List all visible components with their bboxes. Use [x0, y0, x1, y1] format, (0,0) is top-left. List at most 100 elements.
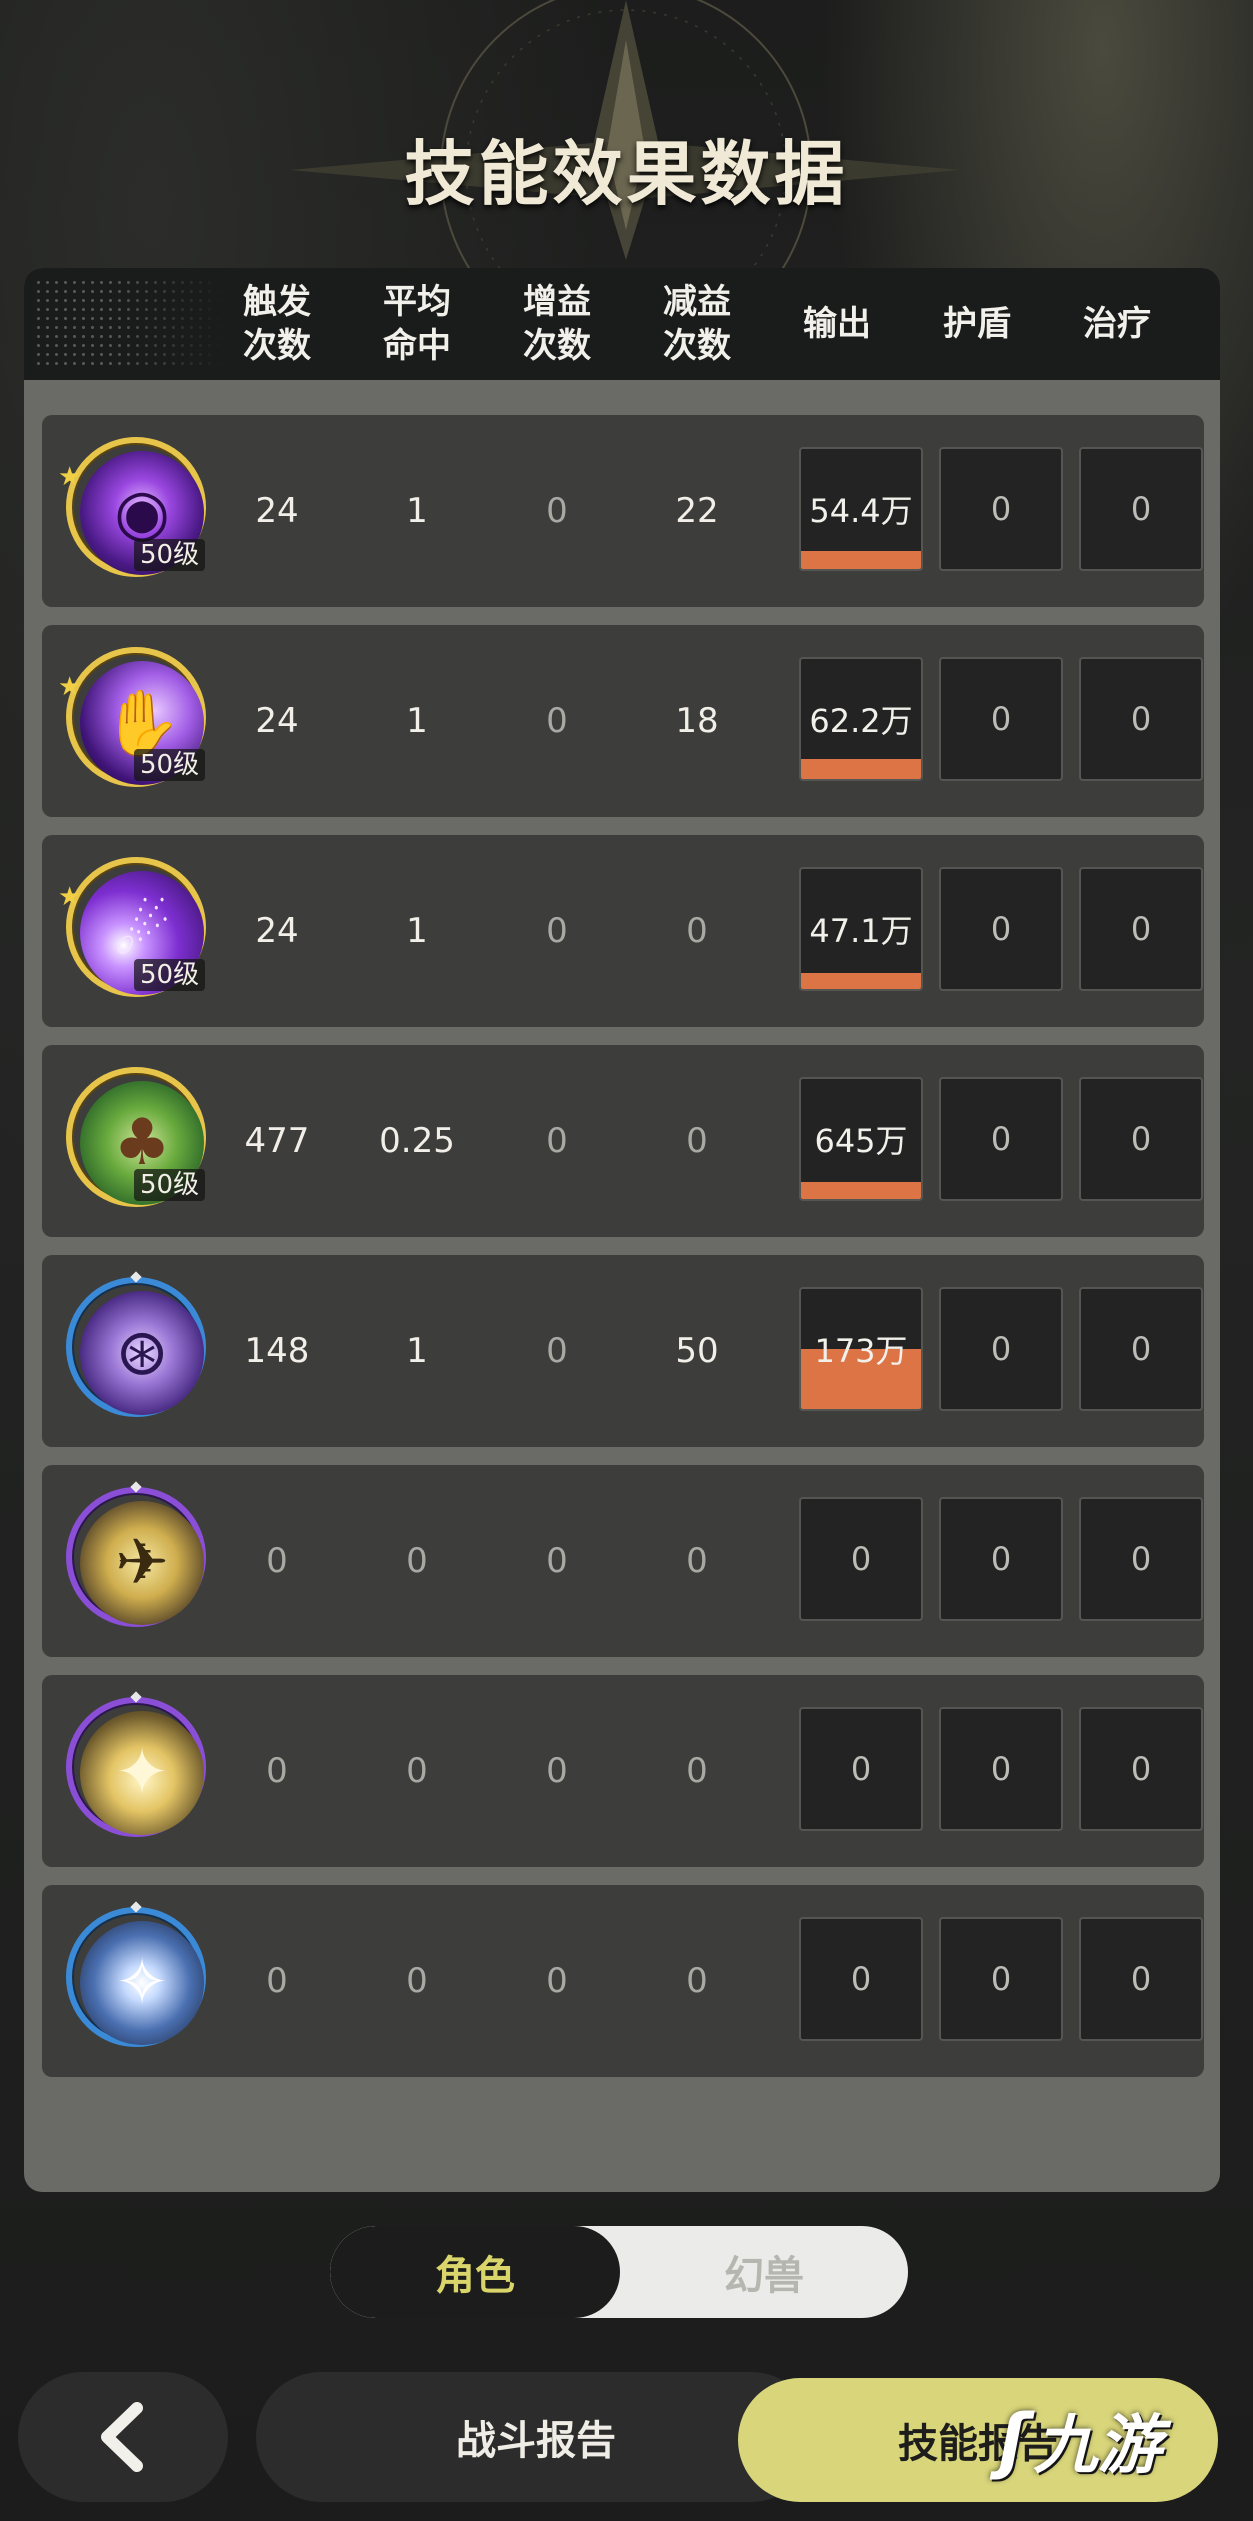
debuff-count-cell: 0 [686, 1751, 708, 1791]
debuff-count-cell: 0 [686, 911, 708, 951]
star-icon: ★ [58, 882, 82, 912]
watermark-text: 九游 [1033, 2409, 1162, 2483]
tab-beast[interactable]: 幻兽 [620, 2226, 908, 2318]
skill-icon-button[interactable]: ♣ 50级 [66, 1067, 216, 1217]
table-row: ♣ 50级 477 0.25 0 0 645万 0 0 [42, 1045, 1204, 1237]
output-cell: 62.2万 [799, 657, 923, 781]
debuff-count-cell: 18 [675, 701, 719, 741]
col-shield: 护盾 [943, 304, 1011, 344]
skill-icon-button[interactable]: ✋ ★ 50级 [58, 647, 216, 797]
heal-cell: 0 [1079, 867, 1203, 991]
output-cell: 47.1万 [799, 867, 923, 991]
skill-data-panel: 触发 次数 平均 命中 增益 次数 减益 次数 输出 护盾 治疗 ◉ ★ 50级 24… [24, 268, 1220, 2192]
heal-cell: 0 [1079, 657, 1203, 781]
output-cell-value: 0 [850, 1750, 872, 1788]
skill-icon-button[interactable]: ✦ [66, 1691, 216, 1847]
average-hit-cell: 1 [406, 491, 428, 531]
role-beast-toggle: 角色 幻兽 [330, 2226, 908, 2318]
back-button[interactable] [18, 2372, 228, 2502]
blue-star-skill-icon: ✧ [80, 1921, 204, 2045]
skill-icon-button[interactable]: ☄ ★ 50级 [58, 857, 216, 1007]
buff-count-cell: 0 [546, 911, 568, 951]
shield-cell-value: 0 [990, 1540, 1012, 1578]
skill-icon-frame: ⊛ [66, 1277, 206, 1417]
shield-cell: 0 [939, 657, 1063, 781]
shield-cell-value: 0 [990, 490, 1012, 528]
skill-icon-frame: ✧ [66, 1907, 206, 2047]
shield-cell: 0 [939, 447, 1063, 571]
trigger-count-cell: 24 [255, 911, 299, 951]
trigger-count-cell: 24 [255, 491, 299, 531]
trigger-count-cell: 148 [244, 1331, 310, 1371]
heal-cell: 0 [1079, 1077, 1203, 1201]
trigger-count-cell: 477 [244, 1121, 310, 1161]
average-hit-cell: 1 [406, 1331, 428, 1371]
output-cell-value: 62.2万 [809, 702, 913, 740]
shield-cell: 0 [939, 1287, 1063, 1411]
debuff-count-cell: 22 [675, 491, 719, 531]
trigger-count-cell: 24 [255, 701, 299, 741]
debuff-count-cell: 0 [686, 1121, 708, 1161]
table-row: ◉ ★ 50级 24 1 0 22 54.4万 0 0 [42, 415, 1204, 607]
output-bar [801, 551, 921, 569]
average-hit-cell: 1 [406, 701, 428, 741]
output-cell-value: 0 [850, 1960, 872, 1998]
shield-cell-value: 0 [990, 1330, 1012, 1368]
skill-icon-frame: ✈ [66, 1487, 206, 1627]
battle-report-button[interactable]: 战斗报告 [256, 2372, 816, 2502]
average-hit-cell: 0.25 [379, 1121, 455, 1161]
table-row: ✈ 0 0 0 0 0 0 0 [42, 1465, 1204, 1657]
skill-icon-frame: ✦ [66, 1697, 206, 1837]
shield-cell: 0 [939, 1917, 1063, 2041]
heal-cell-value: 0 [1130, 1330, 1152, 1368]
skill-icon-button[interactable]: ✈ [66, 1481, 216, 1637]
average-hit-cell: 1 [406, 911, 428, 951]
skill-icon-button[interactable]: ✧ [66, 1901, 216, 2057]
output-cell-value: 54.4万 [809, 492, 913, 530]
heal-cell-value: 0 [1130, 1960, 1152, 1998]
shield-cell: 0 [939, 1077, 1063, 1201]
buff-count-cell: 0 [546, 491, 568, 531]
tab-role[interactable]: 角色 [330, 2226, 620, 2318]
trigger-count-cell: 0 [266, 1541, 288, 1581]
buff-count-cell: 0 [546, 701, 568, 741]
purple-totem-skill-icon: ⊛ [80, 1291, 204, 1415]
output-cell: 173万 [799, 1287, 923, 1411]
page-title: 技能效果数据 [404, 133, 849, 215]
heal-cell-value: 0 [1130, 910, 1152, 948]
heal-cell-value: 0 [1130, 1120, 1152, 1158]
buff-count-cell: 0 [546, 1121, 568, 1161]
output-bar [801, 759, 921, 779]
col-buff-count: 增益 次数 [523, 282, 591, 366]
shield-cell: 0 [939, 1497, 1063, 1621]
heal-cell: 0 [1079, 1497, 1203, 1621]
table-row: ✋ ★ 50级 24 1 0 18 62.2万 0 0 [42, 625, 1204, 817]
star-icon: ★ [58, 462, 82, 492]
header-decoration [34, 278, 224, 370]
output-cell-value: 47.1万 [809, 912, 913, 950]
output-cell-value: 645万 [814, 1122, 908, 1160]
level-badge: 50级 [134, 539, 206, 571]
heal-cell-value: 0 [1130, 1750, 1152, 1788]
output-cell-value: 0 [850, 1540, 872, 1578]
table-header: 触发 次数 平均 命中 增益 次数 减益 次数 输出 护盾 治疗 [24, 268, 1220, 380]
output-bar [801, 973, 921, 989]
shield-cell-value: 0 [990, 1960, 1012, 1998]
skill-icon-button[interactable]: ◉ ★ 50级 [58, 437, 216, 587]
debuff-count-cell: 0 [686, 1541, 708, 1581]
shield-cell: 0 [939, 1707, 1063, 1831]
output-cell: 54.4万 [799, 447, 923, 571]
heal-cell-value: 0 [1130, 700, 1152, 738]
skill-icon-button[interactable]: ⊛ [66, 1271, 216, 1427]
debuff-count-cell: 50 [675, 1331, 719, 1371]
debuff-count-cell: 0 [686, 1961, 708, 2001]
output-cell: 0 [799, 1707, 923, 1831]
heal-cell-value: 0 [1130, 490, 1152, 528]
level-badge: 50级 [134, 749, 206, 781]
shield-cell-value: 0 [990, 700, 1012, 738]
output-cell: 0 [799, 1497, 923, 1621]
average-hit-cell: 0 [406, 1961, 428, 2001]
output-cell: 0 [799, 1917, 923, 2041]
level-badge: 50级 [134, 1169, 206, 1201]
output-cell-value: 173万 [814, 1332, 908, 1370]
